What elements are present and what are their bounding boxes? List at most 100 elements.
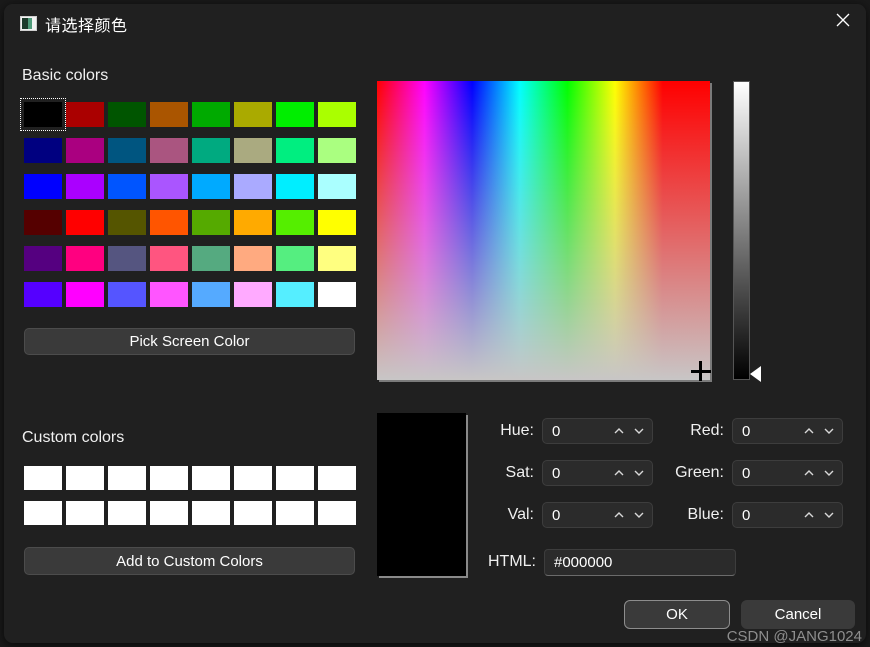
value-overlay: [377, 81, 710, 380]
basic-color-swatch-9[interactable]: [66, 138, 104, 163]
basic-color-swatch-4[interactable]: [192, 102, 230, 127]
custom-color-swatch-4[interactable]: [192, 466, 230, 490]
basic-color-swatch-39[interactable]: [318, 246, 356, 271]
basic-color-swatch-11[interactable]: [150, 138, 188, 163]
basic-color-swatch-3[interactable]: [150, 102, 188, 127]
custom-colors-label: Custom colors: [22, 429, 125, 446]
red-label: Red:: [690, 422, 724, 439]
basic-color-swatch-30[interactable]: [276, 210, 314, 235]
value-slider[interactable]: [733, 81, 761, 382]
basic-color-swatch-7[interactable]: [318, 102, 356, 127]
basic-color-swatch-1[interactable]: [66, 102, 104, 127]
html-hex-value: #000000: [554, 554, 613, 571]
basic-color-swatch-6[interactable]: [276, 102, 314, 127]
custom-color-swatch-1[interactable]: [66, 466, 104, 490]
custom-color-swatch-9[interactable]: [66, 501, 104, 525]
basic-color-swatch-28[interactable]: [192, 210, 230, 235]
basic-color-swatch-24[interactable]: [24, 210, 62, 235]
green-spinbox[interactable]: 0: [732, 460, 843, 486]
basic-color-swatch-47[interactable]: [318, 282, 356, 307]
basic-color-swatch-23[interactable]: [318, 174, 356, 199]
window-title: 请选择颜色: [45, 18, 128, 35]
custom-color-swatch-14[interactable]: [276, 501, 314, 525]
red-increment-icon[interactable]: [802, 424, 816, 438]
blue-decrement-icon[interactable]: [822, 508, 836, 522]
basic-color-swatch-22[interactable]: [276, 174, 314, 199]
basic-colors-grid: [20, 98, 356, 307]
basic-color-swatch-32[interactable]: [24, 246, 62, 271]
custom-color-swatch-10[interactable]: [108, 501, 146, 525]
custom-color-swatch-12[interactable]: [192, 501, 230, 525]
basic-color-swatch-33[interactable]: [66, 246, 104, 271]
value-slider-track: [733, 81, 750, 380]
basic-color-swatch-20[interactable]: [192, 174, 230, 199]
basic-color-swatch-29[interactable]: [234, 210, 272, 235]
custom-colors-grid: [24, 466, 356, 525]
val-value: 0: [552, 507, 561, 524]
color-palette-icon: [20, 16, 37, 31]
basic-color-swatch-16[interactable]: [24, 174, 62, 199]
basic-color-swatch-2[interactable]: [108, 102, 146, 127]
hue-value: 0: [552, 423, 561, 440]
custom-color-swatch-8[interactable]: [24, 501, 62, 525]
color-picker-dialog: 请选择颜色 Basic colors Pick Screen Color Cus…: [4, 4, 866, 643]
add-to-custom-colors-button[interactable]: Add to Custom Colors: [24, 547, 355, 575]
html-hex-input[interactable]: #000000: [544, 549, 736, 576]
green-label: Green:: [675, 464, 724, 481]
basic-color-swatch-41[interactable]: [66, 282, 104, 307]
custom-color-swatch-15[interactable]: [318, 501, 356, 525]
basic-color-swatch-45[interactable]: [234, 282, 272, 307]
basic-color-swatch-38[interactable]: [276, 246, 314, 271]
ok-button[interactable]: OK: [624, 600, 730, 629]
blue-spinbox[interactable]: 0: [732, 502, 843, 528]
basic-color-swatch-37[interactable]: [234, 246, 272, 271]
basic-color-swatch-44[interactable]: [192, 282, 230, 307]
basic-color-swatch-0[interactable]: [20, 98, 66, 131]
red-decrement-icon[interactable]: [822, 424, 836, 438]
basic-color-swatch-25[interactable]: [66, 210, 104, 235]
custom-color-swatch-6[interactable]: [276, 466, 314, 490]
basic-color-swatch-43[interactable]: [150, 282, 188, 307]
basic-color-swatch-19[interactable]: [150, 174, 188, 199]
green-decrement-icon[interactable]: [822, 466, 836, 480]
sat-value: 0: [552, 465, 561, 482]
basic-color-swatch-31[interactable]: [318, 210, 356, 235]
basic-color-swatch-26[interactable]: [108, 210, 146, 235]
basic-color-swatch-12[interactable]: [192, 138, 230, 163]
custom-color-swatch-3[interactable]: [150, 466, 188, 490]
custom-color-swatch-5[interactable]: [234, 466, 272, 490]
pick-screen-color-button[interactable]: Pick Screen Color: [24, 328, 355, 355]
red-spinbox[interactable]: 0: [732, 418, 843, 444]
blue-increment-icon[interactable]: [802, 508, 816, 522]
basic-color-swatch-17[interactable]: [66, 174, 104, 199]
basic-color-swatch-27[interactable]: [150, 210, 188, 235]
hue-label: Hue:: [500, 422, 534, 439]
basic-color-swatch-10[interactable]: [108, 138, 146, 163]
basic-color-swatch-13[interactable]: [234, 138, 272, 163]
custom-color-swatch-0[interactable]: [24, 466, 62, 490]
blue-label: Blue:: [687, 506, 724, 523]
custom-color-swatch-13[interactable]: [234, 501, 272, 525]
sat-label: Sat:: [505, 464, 534, 481]
value-slider-handle[interactable]: [750, 366, 761, 382]
custom-color-swatch-11[interactable]: [150, 501, 188, 525]
basic-color-swatch-15[interactable]: [318, 138, 356, 163]
basic-color-swatch-40[interactable]: [24, 282, 62, 307]
close-icon[interactable]: [820, 4, 866, 36]
green-increment-icon[interactable]: [802, 466, 816, 480]
custom-color-swatch-7[interactable]: [318, 466, 356, 490]
basic-color-swatch-14[interactable]: [276, 138, 314, 163]
cancel-button[interactable]: Cancel: [741, 600, 855, 629]
basic-color-swatch-18[interactable]: [108, 174, 146, 199]
basic-color-swatch-35[interactable]: [150, 246, 188, 271]
basic-color-swatch-8[interactable]: [24, 138, 62, 163]
basic-color-swatch-36[interactable]: [192, 246, 230, 271]
basic-color-swatch-46[interactable]: [276, 282, 314, 307]
basic-color-swatch-21[interactable]: [234, 174, 272, 199]
basic-color-swatch-42[interactable]: [108, 282, 146, 307]
custom-color-swatch-2[interactable]: [108, 466, 146, 490]
basic-color-swatch-34[interactable]: [108, 246, 146, 271]
basic-color-swatch-5[interactable]: [234, 102, 272, 127]
title-bar: 请选择颜色: [4, 4, 866, 44]
saturation-value-picker[interactable]: [377, 81, 711, 381]
